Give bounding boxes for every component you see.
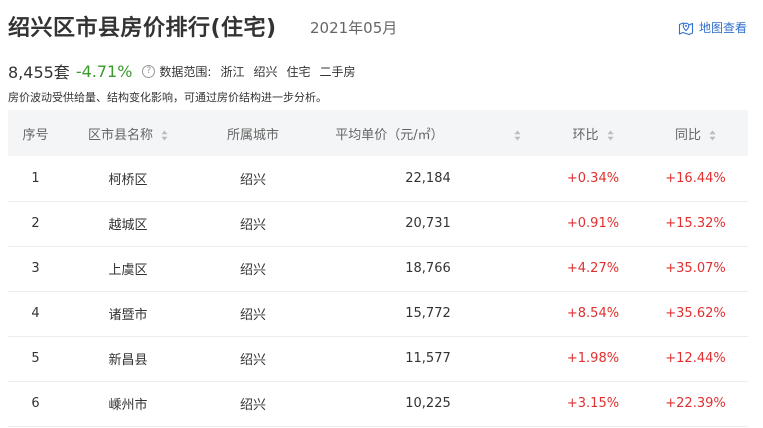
summary-bar: 8,455套 -4.71% ? 数据范围: 浙江 绍兴 住宅 二手房 <box>8 60 356 83</box>
change-percent: -4.71% <box>75 61 133 81</box>
cell-index: 5 <box>31 351 40 366</box>
cell-price: 15,772 <box>405 306 451 321</box>
cell-district: 嵊州市 <box>108 398 148 413</box>
question-circle-icon[interactable]: ? <box>142 64 156 78</box>
cell-price: 10,225 <box>405 396 451 411</box>
sort-icon[interactable] <box>514 130 521 141</box>
cell-index: 4 <box>31 306 40 321</box>
cell-price: 18,766 <box>405 261 451 276</box>
cell-district: 诸暨市 <box>108 308 148 323</box>
cell-price: 11,577 <box>405 351 451 366</box>
scope-tag-province: 浙江 <box>220 64 245 79</box>
cell-city: 绍兴 <box>239 263 266 278</box>
cell-yoy: +15.32% <box>665 216 726 231</box>
cell-index: 2 <box>31 216 40 231</box>
page-title: 绍兴区市县房价排行(住宅) <box>8 16 277 41</box>
scope-tag-type: 住宅 <box>286 64 311 79</box>
column-header-yoy[interactable]: 同比 <box>643 110 748 156</box>
cell-price: 20,731 <box>405 216 451 231</box>
cell-district: 柯桥区 <box>108 172 148 188</box>
cell-city: 绍兴 <box>239 218 266 233</box>
report-date: 2021年05月 <box>310 19 398 37</box>
map-view-link[interactable]: 地图查看 <box>678 19 747 36</box>
column-header-district[interactable]: 区市县名称 <box>63 110 193 156</box>
cell-yoy: +22.39% <box>665 396 726 411</box>
cell-district: 上虞区 <box>108 263 148 278</box>
table-row: 4 诸暨市 绍兴 15,772 +8.54% +35.62% <box>8 291 748 336</box>
scope-tag-city: 绍兴 <box>253 64 278 79</box>
cell-index: 6 <box>31 396 40 411</box>
table-row: 6 嵊州市 绍兴 10,225 +3.15% +22.39% <box>8 381 748 426</box>
table-row: 1 柯桥区 绍兴 22,184 +0.34% +16.44% <box>8 156 748 201</box>
cell-yoy: +35.07% <box>665 261 726 276</box>
table-header-row: 序号 区市县名称 所属城市 平均单价（元/㎡） 环比 同比 <box>8 110 748 156</box>
sort-icon[interactable] <box>709 130 716 141</box>
column-header-index: 序号 <box>22 127 49 143</box>
cell-city: 绍兴 <box>239 308 266 323</box>
ranking-table: 序号 区市县名称 所属城市 平均单价（元/㎡） 环比 同比 1 柯桥区 绍兴 2… <box>8 110 748 427</box>
table-row: 2 越城区 绍兴 20,731 +0.91% +15.32% <box>8 201 748 246</box>
page-header: 绍兴区市县房价排行(住宅) 2021年05月 地图查看 <box>8 8 751 44</box>
table-row: 3 上虞区 绍兴 18,766 +4.27% +35.07% <box>8 246 748 291</box>
cell-mom: +8.54% <box>566 306 620 321</box>
listing-count: 8,455套 <box>8 63 70 82</box>
cell-mom: +4.27% <box>566 261 620 276</box>
cell-mom: +1.98% <box>566 351 620 366</box>
cell-mom: +0.34% <box>566 170 620 186</box>
cell-mom: +3.15% <box>566 396 620 411</box>
cell-city: 绍兴 <box>239 398 266 413</box>
map-pin-icon <box>678 20 694 36</box>
column-header-price[interactable]: 平均单价（元/㎡） <box>313 110 543 156</box>
column-header-city: 所属城市 <box>226 127 279 143</box>
price-note: 房价波动受供给量、结构变化影响，可通过房价结构进一步分析。 <box>8 91 327 104</box>
table-row: 5 新昌县 绍兴 11,577 +1.98% +12.44% <box>8 336 748 381</box>
sort-icon[interactable] <box>161 130 168 141</box>
cell-yoy: +12.44% <box>665 351 726 366</box>
cell-city: 绍兴 <box>239 172 266 188</box>
cell-city: 绍兴 <box>239 353 266 368</box>
cell-district: 新昌县 <box>108 353 148 368</box>
column-header-mom[interactable]: 环比 <box>543 110 643 156</box>
scope-label: 数据范围: <box>159 64 212 79</box>
sort-icon[interactable] <box>607 130 614 141</box>
cell-yoy: +35.62% <box>665 306 726 321</box>
cell-index: 3 <box>31 261 40 276</box>
cell-price: 22,184 <box>405 170 451 186</box>
cell-yoy: +16.44% <box>665 170 726 186</box>
cell-index: 1 <box>31 170 40 186</box>
cell-mom: +0.91% <box>566 216 620 231</box>
cell-district: 越城区 <box>108 218 148 233</box>
map-view-label[interactable]: 地图查看 <box>699 19 747 36</box>
scope-tag-market: 二手房 <box>319 64 356 79</box>
